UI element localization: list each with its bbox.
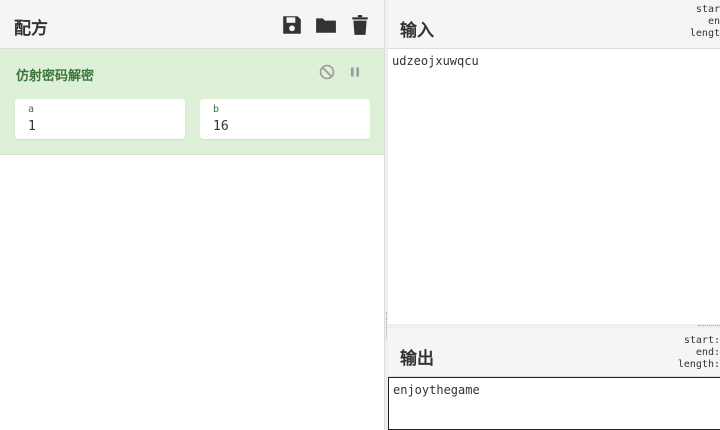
- output-textarea[interactable]: enjoythegame: [388, 377, 720, 430]
- arg-b-value[interactable]: 16: [213, 119, 229, 134]
- disable-icon[interactable]: [318, 63, 336, 81]
- input-stat-end: en: [707, 16, 720, 27]
- output-stats: start: end: length:: [678, 335, 720, 371]
- trash-icon[interactable]: [349, 14, 371, 36]
- output-title: 输出: [400, 349, 434, 369]
- pause-icon[interactable]: [346, 63, 364, 81]
- arg-b-label: b: [213, 104, 220, 115]
- arg-b-field[interactable]: b 16: [200, 99, 370, 139]
- input-stat-start: star: [695, 4, 720, 15]
- arg-a-label: a: [28, 104, 35, 115]
- arg-a-value[interactable]: 1: [28, 119, 36, 134]
- input-stat-length: lengt: [689, 28, 720, 39]
- operation-affine-decode[interactable]: 仿射密码解密 a 1 b 16: [0, 49, 384, 155]
- input-title: 输入: [400, 21, 434, 41]
- save-icon[interactable]: [281, 14, 303, 36]
- recipe-pane: 配方 仿射密码解密 a 1 b 16: [0, 0, 385, 430]
- output-stat-end: end:: [695, 347, 720, 358]
- output-stat-start: start:: [683, 335, 720, 346]
- recipe-header: 配方: [0, 0, 384, 49]
- recipe-title: 配方: [14, 19, 48, 39]
- input-header: 输入 star en lengt: [388, 0, 720, 49]
- output-header: 输出 start: end: length:: [388, 328, 720, 377]
- input-stats: star en lengt: [690, 4, 720, 40]
- operation-title: 仿射密码解密: [16, 69, 95, 84]
- arg-a-field[interactable]: a 1: [15, 99, 185, 139]
- io-splitter-grip[interactable]: [698, 325, 720, 327]
- output-stat-length: length:: [677, 359, 720, 370]
- input-textarea[interactable]: udzeojxuwqcu: [388, 49, 720, 324]
- folder-icon[interactable]: [315, 14, 337, 36]
